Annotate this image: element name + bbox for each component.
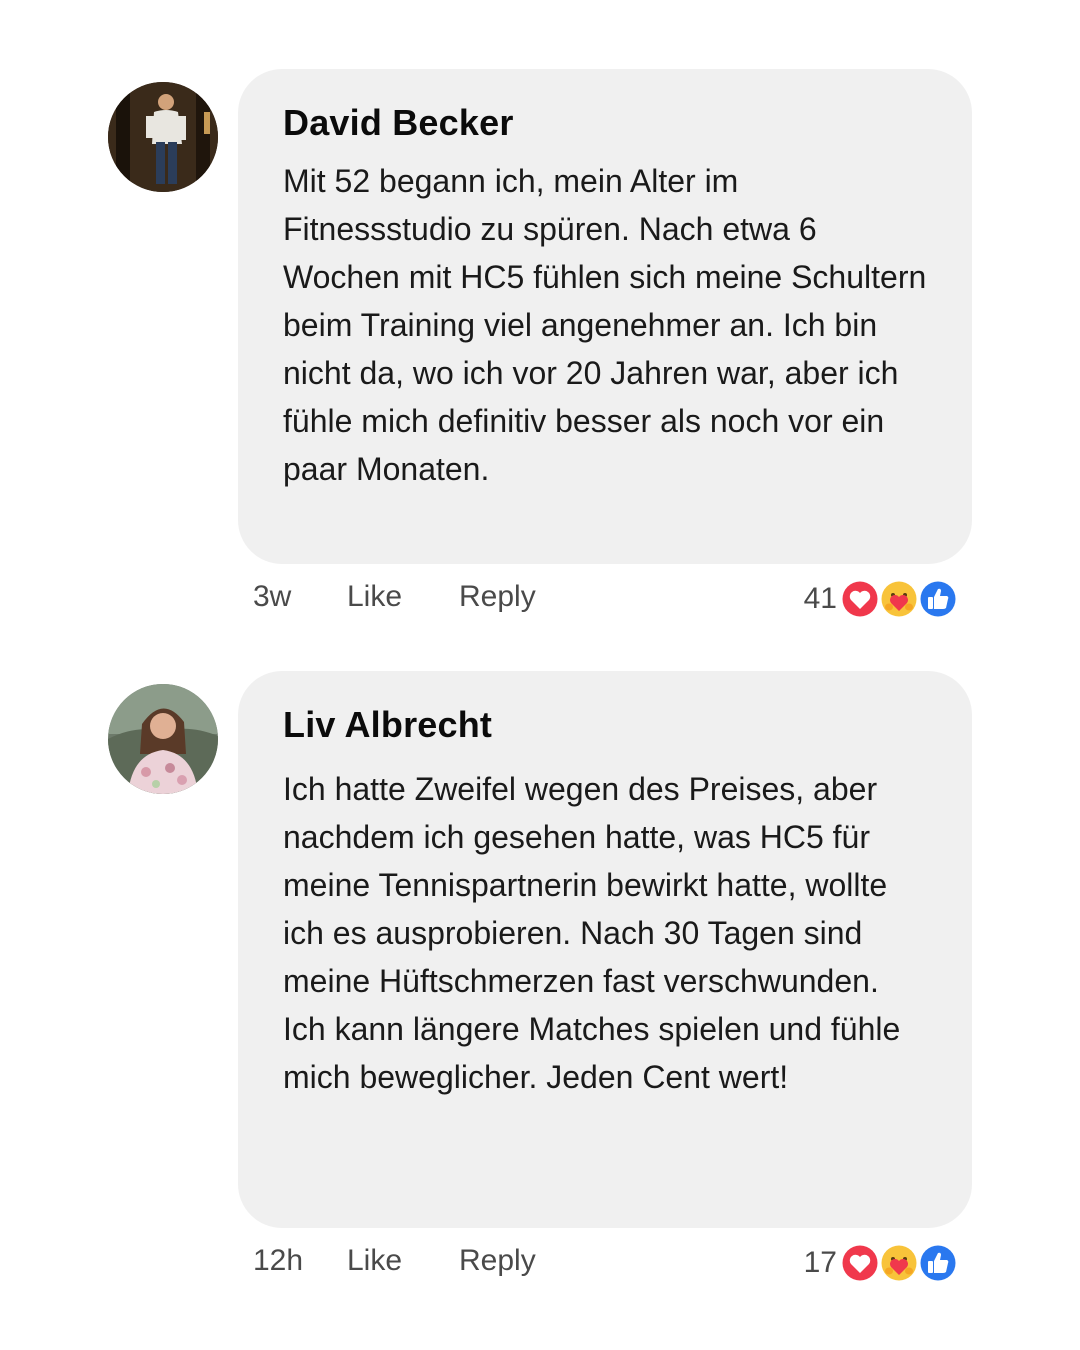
reply-button[interactable]: Reply xyxy=(459,1244,536,1278)
comment-author[interactable]: Liv Albrecht xyxy=(283,703,928,747)
avatar-photo-icon xyxy=(108,82,218,192)
comment-bubble: David Becker Mit 52 begann ich, mein Alt… xyxy=(238,69,972,564)
comment-text: Mit 52 begann ich, mein Alter im Fitness… xyxy=(283,163,927,487)
avatar-photo-icon xyxy=(108,684,218,794)
reactions-summary[interactable]: 41 xyxy=(804,577,959,621)
reply-button[interactable]: Reply xyxy=(459,580,536,614)
comment-actions: 3w Like Reply 41 xyxy=(253,574,959,624)
comment-timestamp[interactable]: 3w xyxy=(253,580,291,614)
avatar[interactable] xyxy=(108,684,218,794)
comment-bubble: Liv Albrecht Ich hatte Zweifel wegen des… xyxy=(238,671,972,1228)
heart-reaction-icon xyxy=(839,1242,881,1284)
comment-actions: 12h Like Reply 17 xyxy=(253,1238,959,1288)
reaction-count: 17 xyxy=(803,1246,837,1279)
comment-text: Ich hatte Zweifel wegen des Preises, abe… xyxy=(283,771,901,1095)
heart-reaction-icon xyxy=(839,578,881,620)
like-reaction-icon xyxy=(917,578,959,620)
reaction-count: 41 xyxy=(803,582,837,615)
comment-timestamp[interactable]: 12h xyxy=(253,1244,303,1278)
like-reaction-icon xyxy=(917,1242,959,1284)
like-button[interactable]: Like xyxy=(347,580,402,614)
like-button[interactable]: Like xyxy=(347,1244,402,1278)
comment-author[interactable]: David Becker xyxy=(283,101,928,145)
reactions-summary[interactable]: 17 xyxy=(804,1241,959,1285)
avatar[interactable] xyxy=(108,82,218,192)
care-reaction-icon xyxy=(878,1242,920,1284)
care-reaction-icon xyxy=(878,578,920,620)
